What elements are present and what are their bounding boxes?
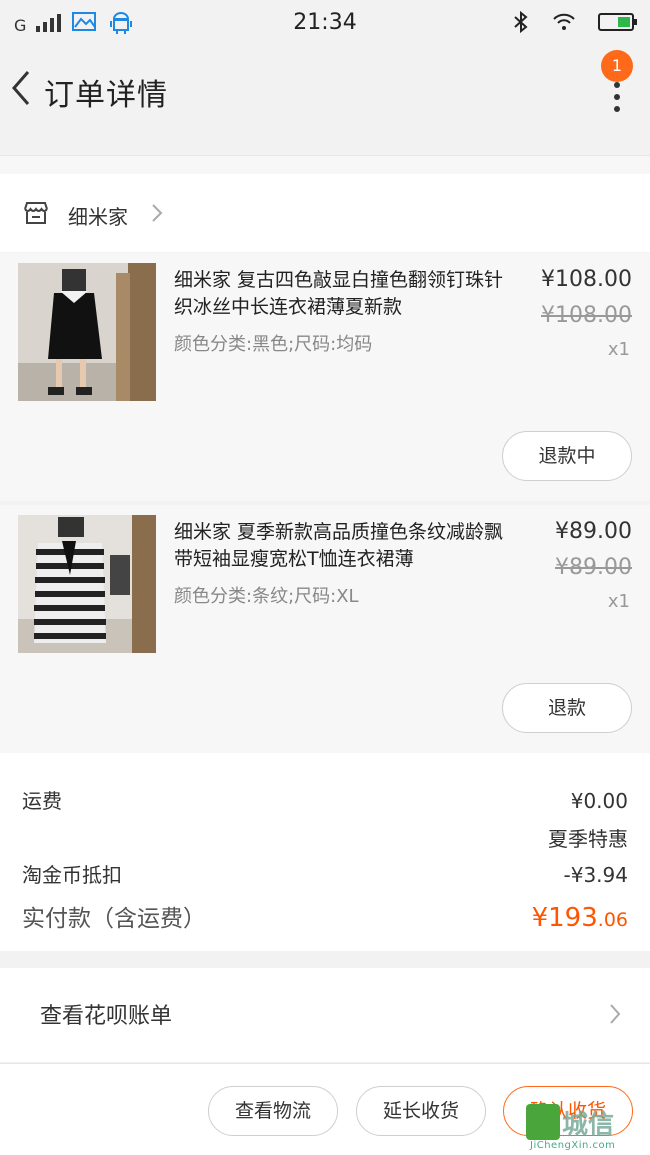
nav-bar: 订单详情 1 (0, 44, 650, 132)
total-currency: ¥ (531, 903, 549, 933)
product-title[interactable]: 细米家 夏季新款高品质撞色条纹减龄飘带短袖显瘦宽松T恤连衣裙薄 (174, 519, 514, 573)
coin-label: 淘金币抵扣 (22, 863, 122, 887)
shipping-row: 运费 ¥0.00 (22, 785, 628, 814)
total-row: 实付款（含运费） ¥193.06 (22, 899, 628, 933)
watermark-url: JiChengXin.com (530, 1140, 616, 1151)
product-spec: 颜色分类:条纹;尺码:XL (174, 586, 359, 607)
huabei-bill-row[interactable]: 查看花呗账单 (0, 968, 650, 1062)
shop-name: 细米家 (68, 205, 128, 229)
view-logistics-button[interactable]: 查看物流 (208, 1086, 338, 1136)
order-summary: 运费 ¥0.00 夏季特惠 淘金币抵扣 -¥3.94 实付款（含运费） ¥193… (0, 753, 650, 951)
bluetooth-icon (514, 10, 528, 34)
watermark-logo: 城信 JiChengXin.com (526, 1104, 646, 1152)
coin-value: -¥3.94 (563, 863, 628, 887)
more-icon[interactable] (612, 82, 622, 112)
product-price: ¥108.00 (541, 267, 632, 292)
status-right (512, 10, 637, 34)
total-cents: .06 (597, 909, 628, 931)
huabei-label: 查看花呗账单 (40, 1004, 173, 1029)
product-quantity: x1 (607, 591, 630, 612)
promo-label: 夏季特惠 (548, 827, 628, 851)
refunding-button[interactable]: 退款中 (502, 431, 632, 481)
product-image[interactable] (18, 515, 156, 653)
order-item[interactable]: 细米家 夏季新款高品质撞色条纹减龄飘带短袖显瘦宽松T恤连衣裙薄 颜色分类:条纹;… (0, 505, 650, 753)
section-gap (0, 156, 650, 174)
shop-icon (24, 202, 48, 224)
chevron-right-icon (152, 204, 163, 222)
page-title: 订单详情 (44, 78, 168, 113)
product-image[interactable] (18, 263, 156, 401)
product-quantity: x1 (607, 339, 630, 360)
total-main: 193 (548, 903, 598, 933)
total-value: ¥193.06 (532, 903, 628, 933)
product-spec: 颜色分类:黑色;尺码:均码 (174, 334, 373, 355)
shipping-value: ¥0.00 (570, 789, 628, 813)
chevron-right-icon (610, 1004, 621, 1024)
notification-badge: 1 (601, 50, 633, 82)
product-title[interactable]: 细米家 复古四色敲显白撞色翻领钉珠针织冰丝中长连衣裙薄夏新款 (174, 267, 514, 321)
extend-receipt-button[interactable]: 延长收货 (356, 1086, 486, 1136)
coin-row: 淘金币抵扣 -¥3.94 (22, 859, 628, 888)
product-original-price: ¥108.00 (541, 303, 632, 328)
order-item[interactable]: 细米家 复古四色敲显白撞色翻领钉珠针织冰丝中长连衣裙薄夏新款 颜色分类:黑色;尺… (0, 253, 650, 501)
wifi-icon (553, 13, 575, 30)
shipping-label: 运费 (22, 789, 62, 813)
battery-icon (598, 13, 637, 31)
product-original-price: ¥89.00 (555, 555, 632, 580)
product-price: ¥89.00 (555, 519, 632, 544)
status-bar: G 21:34 (0, 0, 650, 44)
shop-row[interactable]: 细米家 (0, 174, 650, 252)
watermark-text: 城信 (562, 1110, 615, 1140)
back-icon[interactable] (8, 68, 36, 108)
refund-button[interactable]: 退款 (502, 683, 632, 733)
total-label: 实付款（含运费） (22, 906, 206, 932)
watermark-mark (526, 1104, 560, 1140)
